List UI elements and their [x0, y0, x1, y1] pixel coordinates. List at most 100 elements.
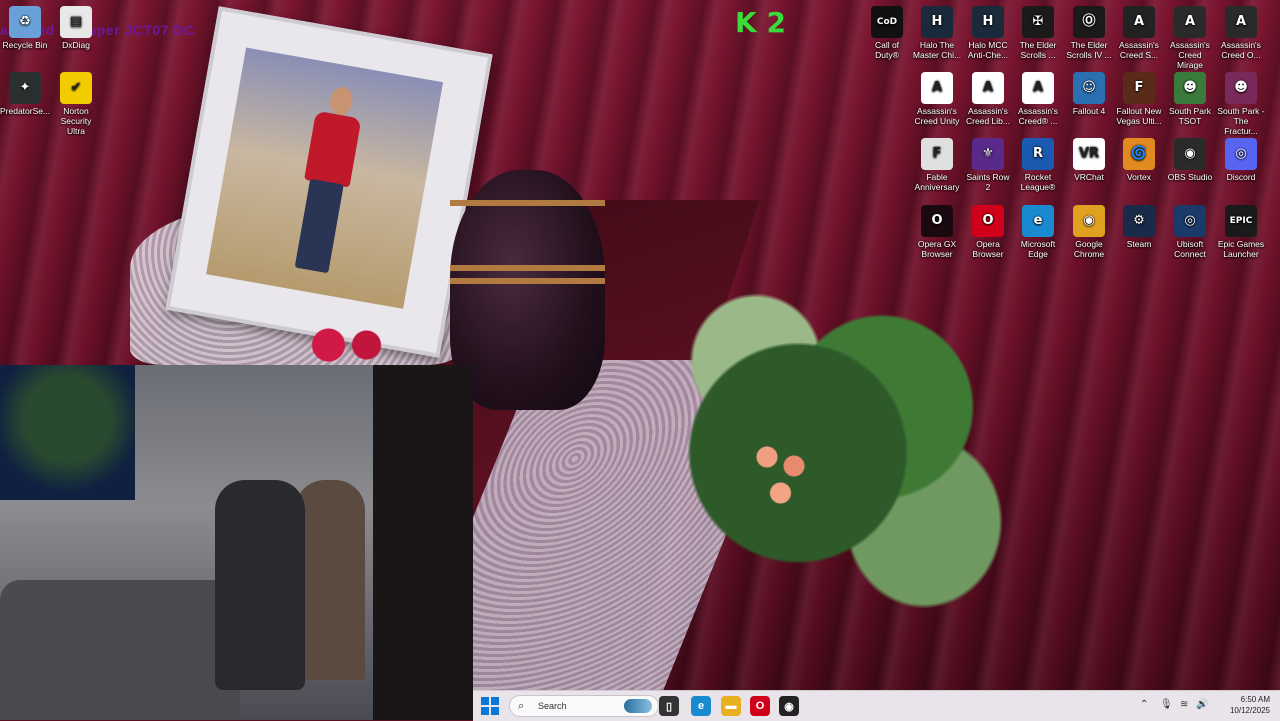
taskbar: ⌕ Search ▯ e ▬ O ◉ ⌃ 🎙 ≋ 🔊 6:50 AM 10/12/202…: [473, 690, 1280, 721]
desktop-icon-rocket-league[interactable]: R Rocket League®: [1013, 138, 1063, 192]
desktop-icon-ubisoft[interactable]: ◎ Ubisoft Connect: [1165, 205, 1215, 259]
urn-band: [450, 265, 605, 271]
desktop-icon-label: Assassin's Creed Mirage: [1170, 40, 1210, 70]
desktop-icon-label: Assassin's Creed Unity: [914, 106, 960, 126]
desktop-icon-opera-gx[interactable]: O Opera GX Browser: [912, 205, 962, 259]
desktop-icon-chrome[interactable]: ◉ Google Chrome: [1064, 205, 1114, 259]
webcam-poster: [0, 365, 135, 500]
system-tray: ⌃ 🎙 ≋ 🔊 6:50 AM 10/12/2025: [1140, 691, 1280, 721]
desktop-icon-elder-scrolls[interactable]: ✠ The Elder Scrolls ...: [1013, 6, 1063, 60]
clock-time: 6:50 AM: [1240, 695, 1270, 704]
desktop-icon-fallout4[interactable]: ☺ Fallout 4: [1064, 72, 1114, 116]
desktop-icon-label: Saints Row 2: [966, 172, 1010, 192]
south-park-icon: ☻: [1174, 72, 1206, 104]
epic-games-icon: EPIC: [1225, 205, 1257, 237]
desktop-icon-epic-games[interactable]: EPIC Epic Games Launcher: [1216, 205, 1266, 259]
desktop-icon-discord[interactable]: ◎ Discord: [1216, 138, 1266, 182]
desktop-icon-label: VRChat: [1074, 172, 1104, 182]
desktop-icon-label: Steam: [1126, 239, 1152, 249]
obs-icon: ◉: [1174, 138, 1206, 170]
south-park-fbw-icon: ☻: [1225, 72, 1257, 104]
edge-taskbar-icon[interactable]: e: [691, 696, 711, 716]
desktop-icon-label: Google Chrome: [1073, 239, 1105, 259]
taskbar-search[interactable]: ⌕ Search: [509, 695, 659, 717]
taskbar-clock[interactable]: 6:50 AM 10/12/2025: [1222, 694, 1270, 716]
desktop-icon-label: Microsoft Edge: [1020, 239, 1056, 259]
windows-logo-pane: [491, 697, 499, 705]
desktop-icon-ac-unity[interactable]: A Assassin's Creed Unity: [912, 72, 962, 126]
desktop-icon-halo-anticheat[interactable]: H Halo MCC Anti-Che...: [963, 6, 1013, 60]
desktop-icon-ac-origins[interactable]: A Assassin's Creed O...: [1216, 6, 1266, 60]
desktop-icon-saints-row[interactable]: ⚜ Saints Row 2: [963, 138, 1013, 192]
ac-liberation-icon: A: [972, 72, 1004, 104]
windows-logo-pane: [481, 707, 489, 715]
search-highlight-icon: [624, 699, 652, 713]
webcam-overlay: [0, 365, 473, 720]
desktop-icon-halo-mcc[interactable]: H Halo The Master Chi...: [912, 6, 962, 60]
urn-band: [450, 200, 605, 206]
desktop-icon-ac-generic[interactable]: A Assassin's Creed® ...: [1013, 72, 1063, 126]
ac-mirage-icon: A: [1174, 6, 1206, 38]
windows-logo-pane: [481, 697, 489, 705]
desktop-icon-steam[interactable]: ⚙ Steam: [1114, 205, 1164, 249]
search-icon: ⌕: [518, 699, 525, 712]
document-icon: ▤: [60, 6, 92, 38]
desktop-icon-ac-mirage[interactable]: A Assassin's Creed Mirage: [1165, 6, 1215, 70]
desktop-icon-fable[interactable]: F Fable Anniversary: [912, 138, 962, 192]
chevron-up-icon[interactable]: ⌃: [1140, 699, 1148, 710]
desktop-icon-norton[interactable]: ✔ Norton Security Ultra: [51, 72, 101, 136]
desktop-icon-label: Recycle Bin: [2, 40, 48, 50]
desktop-icon-south-park[interactable]: ☻ South Park TSOT: [1165, 72, 1215, 126]
desktop-icon-label: Norton Security Ultra: [60, 106, 92, 136]
webcam-bed: [0, 580, 240, 720]
desktop-icon-label: Discord: [1226, 172, 1256, 182]
desktop-icon-assassins-creed[interactable]: A Assassin's Creed S...: [1114, 6, 1164, 60]
desktop-icon-label: South Park - The Fractur...: [1217, 106, 1265, 136]
norton-icon: ✔: [60, 72, 92, 104]
opera-taskbar-icon[interactable]: O: [750, 696, 770, 716]
ac-generic-icon: A: [1022, 72, 1054, 104]
start-button[interactable]: [481, 697, 499, 715]
halo-anticheat-icon: H: [972, 6, 1004, 38]
assassins-creed-icon: A: [1123, 6, 1155, 38]
desktop-icon-oblivion[interactable]: Ⓞ The Elder Scrolls IV ...: [1064, 6, 1114, 60]
desktop-icon-label: Fable Anniversary: [914, 172, 960, 192]
file-explorer-icon[interactable]: ▬: [721, 696, 741, 716]
microphone-icon[interactable]: 🎙: [1160, 699, 1173, 710]
fallout-nv-icon: F: [1123, 72, 1155, 104]
desktop-icon-vrchat[interactable]: VR VRChat: [1064, 138, 1114, 182]
wifi-icon[interactable]: ≋: [1180, 699, 1188, 710]
desktop-icon-recycle-bin[interactable]: ♻ Recycle Bin: [0, 6, 50, 50]
desktop-icon-opera[interactable]: O Opera Browser: [963, 205, 1013, 259]
wallpaper-photo: [206, 47, 444, 309]
desktop-icon-label: Halo The Master Chi...: [912, 40, 962, 60]
desktop-icon-document[interactable]: ▤ DxDiag: [51, 6, 101, 50]
elder-scrolls-icon: ✠: [1022, 6, 1054, 38]
task-view-icon[interactable]: ▯: [659, 696, 679, 716]
desktop-icon-label: The Elder Scrolls IV ...: [1066, 40, 1112, 60]
recycle-bin-icon: ♻: [9, 6, 41, 38]
halo-mcc-icon: H: [921, 6, 953, 38]
desktop-icon-south-park-fbw[interactable]: ☻ South Park - The Fractur...: [1216, 72, 1266, 136]
urn-band: [450, 278, 605, 284]
desktop-icon-edge[interactable]: e Microsoft Edge: [1013, 205, 1063, 259]
chrome-icon: ◉: [1073, 205, 1105, 237]
fable-icon: F: [921, 138, 953, 170]
desktop-icon-call-of-duty[interactable]: CoD Call of Duty®: [862, 6, 912, 60]
call-of-duty-icon: CoD: [871, 6, 903, 38]
obs-taskbar-icon[interactable]: ◉: [779, 696, 799, 716]
webcam-door: [295, 480, 365, 680]
search-placeholder: Search: [538, 701, 567, 711]
desktop-icon-obs[interactable]: ◉ OBS Studio: [1165, 138, 1215, 182]
volume-icon[interactable]: 🔊: [1196, 699, 1208, 710]
webcam-shadow: [373, 365, 473, 720]
wallpaper-plant: [630, 200, 1050, 660]
desktop-icon-label: Halo MCC Anti-Che...: [967, 40, 1009, 60]
wallpaper-roses: [300, 325, 395, 365]
desktop-icon-ac-liberation[interactable]: A Assassin's Creed Lib...: [963, 72, 1013, 126]
desktop-icon-label: Epic Games Launcher: [1217, 239, 1265, 259]
desktop-icon-fallout-nv[interactable]: F Fallout New Vegas Ulti...: [1114, 72, 1164, 126]
desktop-icon-predator-sense[interactable]: ✦ PredatorSe...: [0, 72, 50, 116]
desktop-icon-vortex[interactable]: 🌀 Vortex: [1114, 138, 1164, 182]
desktop-icon-label: Call of Duty®: [874, 40, 900, 60]
